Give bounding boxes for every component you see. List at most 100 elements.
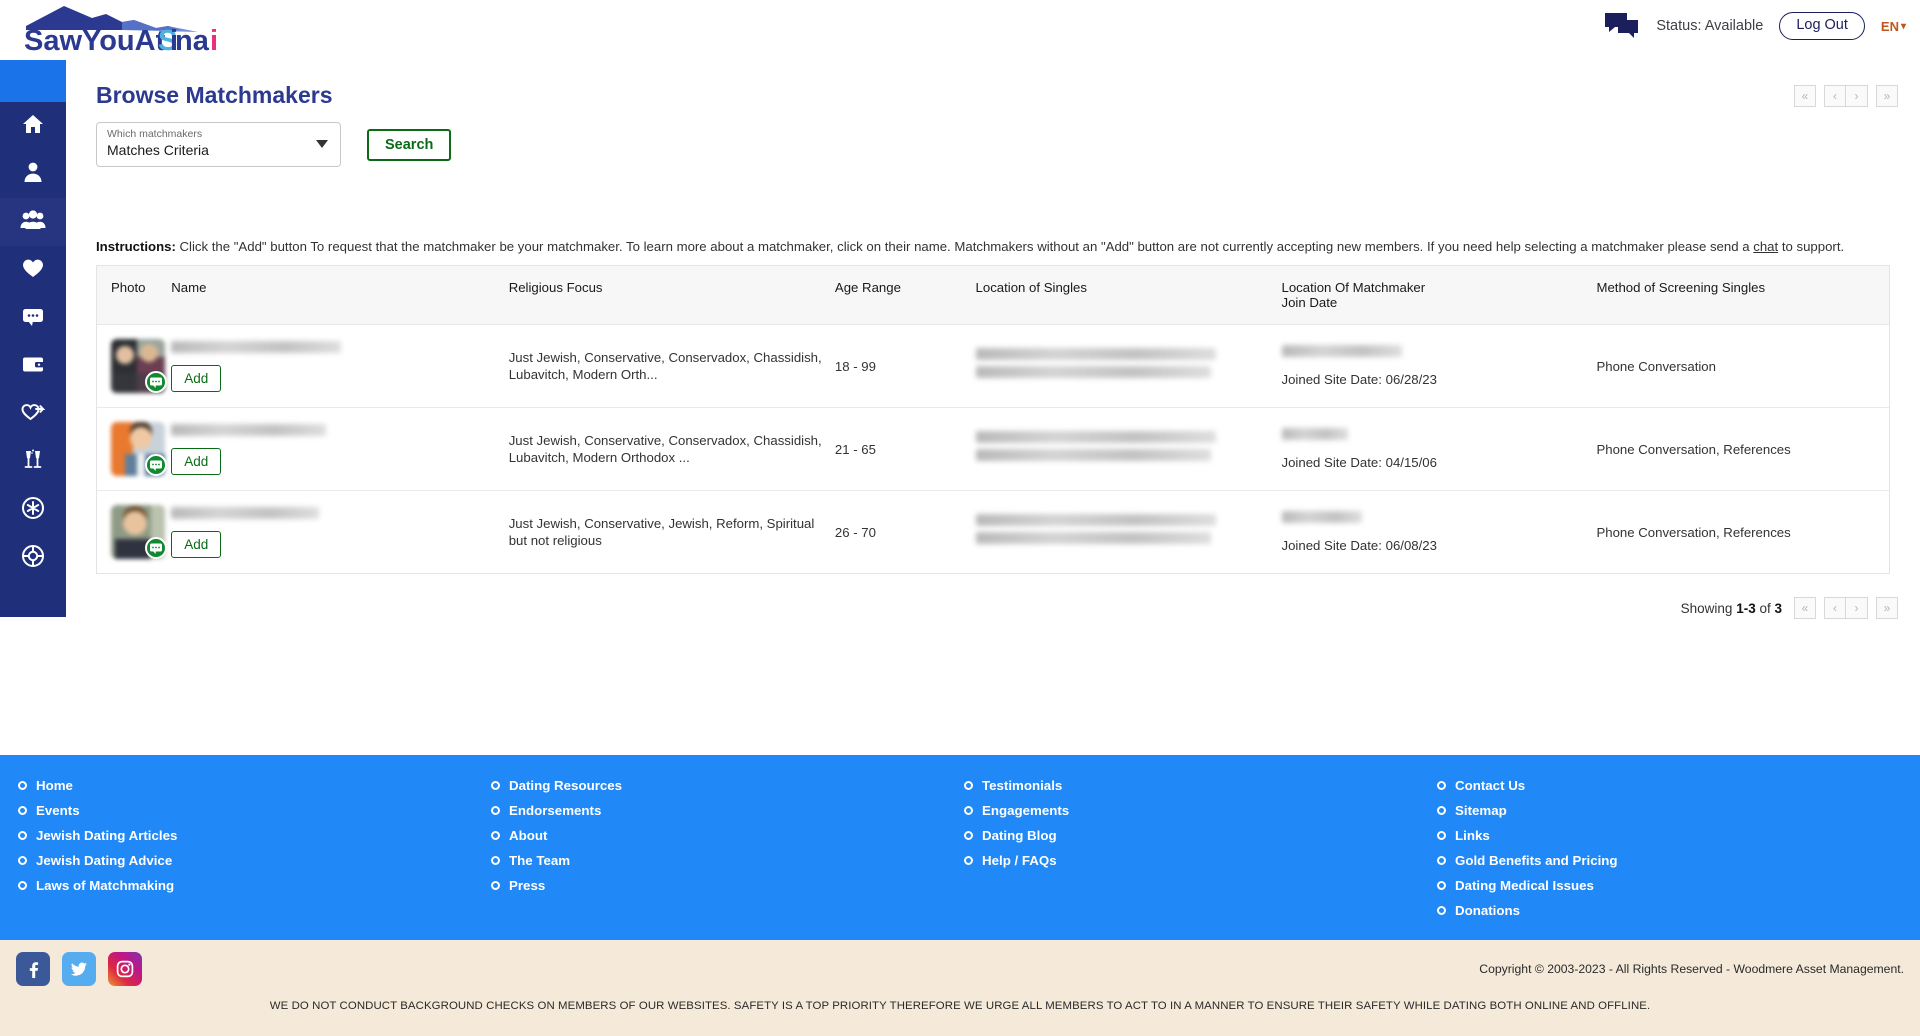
bullet-icon [18,831,27,840]
which-matchmakers-select[interactable]: Which matchmakers Matches Criteria [96,122,341,167]
sidebar-item-wallet[interactable] [0,342,66,390]
pagination-next-button[interactable]: › [1846,597,1868,619]
footer-link-links[interactable]: Links [1437,827,1910,844]
copyright-text: Copyright © 2003-2023 - All Rights Reser… [1479,962,1904,976]
pagination-first-button[interactable]: « [1794,597,1816,619]
svg-text:SawYouAt: SawYouAt [24,25,166,56]
table-header: Photo Name Religious Focus Age Range Loc… [97,266,1889,325]
sidebar-item-events[interactable] [0,438,66,486]
instagram-icon[interactable] [108,952,142,986]
footer-link-dating-blog[interactable]: Dating Blog [964,827,1437,844]
pagination-prev-button[interactable]: ‹ [1824,85,1846,107]
pagination-last-button[interactable]: » [1876,597,1898,619]
matchmaker-photo[interactable] [111,422,165,476]
footer-link-gold-benefits[interactable]: Gold Benefits and Pricing [1437,852,1910,869]
add-matchmaker-button[interactable]: Add [171,365,221,392]
footer-column-4: Contact Us Sitemap Links Gold Benefits a… [1437,777,1910,927]
sidebar-item-profile[interactable] [0,150,66,198]
table-row[interactable]: Add Just Jewish, Conservative, Conservad… [97,408,1889,491]
pagination-top: « ‹ › » [1794,85,1898,107]
footer-link-about[interactable]: About [491,827,964,844]
showing-range: 1-3 [1736,601,1756,616]
pagination-prev-button[interactable]: ‹ [1824,597,1846,619]
cell-method: Phone Conversation [1596,325,1889,408]
footer-link-jewish-dating-articles[interactable]: Jewish Dating Articles [18,827,491,844]
footer-link-events[interactable]: Events [18,802,491,819]
logout-button[interactable]: Log Out [1779,12,1865,39]
pagination-last-group: » [1876,85,1898,107]
footer-link-sitemap[interactable]: Sitemap [1437,802,1910,819]
search-button[interactable]: Search [367,129,451,161]
footer-link-contact-us[interactable]: Contact Us [1437,777,1910,794]
footer-link-press[interactable]: Press [491,877,964,894]
matchmaker-name-redacted[interactable] [171,341,341,353]
home-icon [21,112,45,141]
add-matchmaker-button[interactable]: Add [171,531,221,558]
cell-location-singles [976,325,1282,408]
showing-middle: of [1756,601,1775,616]
chat-badge-icon[interactable] [145,537,167,559]
footer-link-home[interactable]: Home [18,777,491,794]
footer-link-engagements[interactable]: Engagements [964,802,1437,819]
social-links [16,952,142,986]
bullet-icon [964,831,973,840]
footer-link-help-faqs[interactable]: Help / FAQs [964,852,1437,869]
cell-religious-focus: Just Jewish, Conservative, Conservadox, … [509,408,835,491]
add-matchmaker-button[interactable]: Add [171,448,221,475]
bullet-icon [491,781,500,790]
join-date-value: Joined Site Date: 06/28/23 [1282,371,1587,388]
sidebar-item-refer[interactable] [0,390,66,438]
cell-religious-focus: Just Jewish, Conservative, Conservadox, … [509,325,835,408]
footer-link-label: Help / FAQs [982,852,1057,869]
footer-link-jewish-dating-advice[interactable]: Jewish Dating Advice [18,852,491,869]
footer-link-label: Events [36,802,80,819]
cell-age-range: 21 - 65 [835,408,976,491]
pagination-first-button[interactable]: « [1794,85,1816,107]
footer-link-label: Testimonials [982,777,1062,794]
sidebar-item-messages[interactable] [0,294,66,342]
footer-link-testimonials[interactable]: Testimonials [964,777,1437,794]
sidebar-item-home[interactable] [0,102,66,150]
sidebar-item-matchmakers[interactable] [0,198,66,246]
footer-link-laws-of-matchmaking[interactable]: Laws of Matchmaking [18,877,491,894]
matchmakers-table: Photo Name Religious Focus Age Range Loc… [97,266,1889,573]
footer-link-dating-resources[interactable]: Dating Resources [491,777,964,794]
sidebar-item-support[interactable] [0,534,66,582]
matchmaker-name-redacted[interactable] [171,507,319,519]
instructions-suffix: to support. [1778,239,1844,254]
table-row[interactable]: Add Just Jewish, Conservative, Jewish, R… [97,491,1889,574]
location-singles-redacted-line2 [976,532,1211,544]
support-chat-link[interactable]: chat [1753,239,1778,254]
chat-bubbles-icon[interactable] [1604,11,1640,41]
facebook-icon[interactable] [16,952,50,986]
footer-link-label: Dating Medical Issues [1455,877,1594,894]
chat-badge-icon[interactable] [145,371,167,393]
cell-location-matchmaker: Joined Site Date: 06/28/23 [1282,325,1597,408]
which-matchmakers-label: Which matchmakers [107,128,330,141]
footer-link-donations[interactable]: Donations [1437,902,1910,919]
header-actions: Status: Available Log Out EN ▾ [1604,8,1906,44]
footer-link-the-team[interactable]: The Team [491,852,964,869]
footer-link-label: Laws of Matchmaking [36,877,174,894]
matchmaker-photo[interactable] [111,505,165,559]
matchmaker-photo[interactable] [111,339,165,393]
chat-badge-icon[interactable] [145,454,167,476]
sidebar-item-matches[interactable] [0,246,66,294]
footer-column-3: Testimonials Engagements Dating Blog Hel… [964,777,1437,927]
site-logo[interactable]: SawYouAt S na i i [18,0,218,56]
pagination-last-button[interactable]: » [1876,85,1898,107]
pagination-first-group: « [1794,85,1816,107]
twitter-icon[interactable] [62,952,96,986]
join-date-value: Joined Site Date: 06/08/23 [1282,537,1587,554]
sidebar-item-features[interactable] [0,486,66,534]
matchmaker-name-redacted[interactable] [171,424,326,436]
footer-link-dating-medical-issues[interactable]: Dating Medical Issues [1437,877,1910,894]
wallet-icon [21,352,45,381]
language-selector[interactable]: EN ▾ [1881,19,1906,34]
bullet-icon [964,806,973,815]
footer-link-endorsements[interactable]: Endorsements [491,802,964,819]
column-header-name: Name [171,266,508,325]
bullet-icon [18,806,27,815]
table-row[interactable]: Add Just Jewish, Conservative, Conservad… [97,325,1889,408]
pagination-next-button[interactable]: › [1846,85,1868,107]
